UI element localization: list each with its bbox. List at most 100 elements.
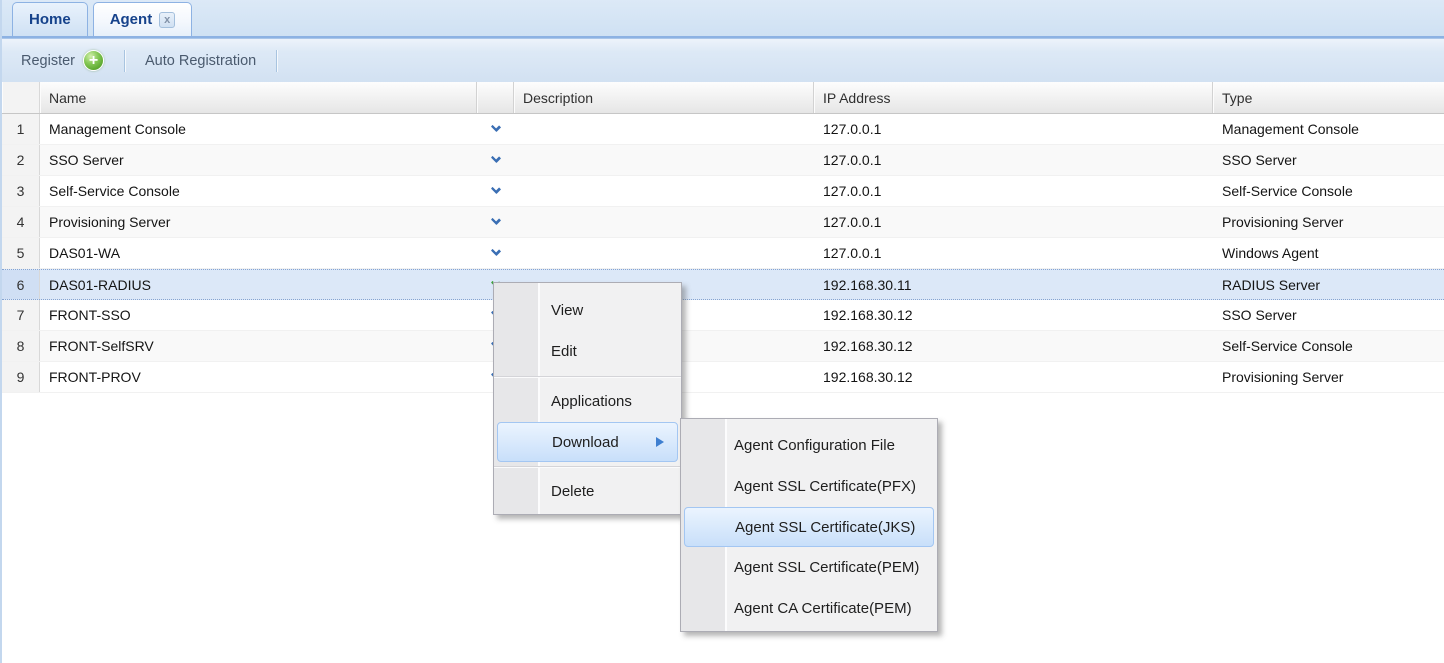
menu-item-label: Download [552,434,619,451]
row-number-cell: 1 [2,114,40,144]
grid-body: 1 Management Console 127.0.0.1 Managemen… [2,114,1444,393]
auto-registration-button[interactable]: Auto Registration [139,50,262,72]
submenu-item-agent-ssl-certificate-pem[interactable]: Agent SSL Certificate(PEM) [681,547,937,588]
menu-item-download[interactable]: Download [497,422,678,462]
header-ip-address[interactable]: IP Address [814,82,1213,113]
tab-home-label: Home [29,11,71,28]
menu-item-label: Agent SSL Certificate(JKS) [735,519,915,536]
table-row[interactable]: 4 Provisioning Server 127.0.0.1 Provisio… [2,207,1444,238]
row-number-cell: 9 [2,362,40,392]
row-number-cell: 7 [2,300,40,330]
submenu-item-agent-ssl-certificate-jks[interactable]: Agent SSL Certificate(JKS) [684,507,934,547]
menu-separator [494,462,681,471]
row-ip-cell: 127.0.0.1 [814,145,1213,175]
agent-management-window: Home Agent x Register + Auto Registratio… [0,0,1444,663]
download-submenu: Agent Configuration File Agent SSL Certi… [680,418,938,632]
row-menu-trigger[interactable] [477,238,514,268]
row-name-cell: FRONT-SSO [40,300,477,330]
menu-item-label: Applications [551,393,632,410]
row-number-cell: 4 [2,207,40,237]
row-ip-cell: 127.0.0.1 [814,176,1213,206]
submenu-item-agent-configuration-file[interactable]: Agent Configuration File [681,425,937,466]
toolbar-separator [124,50,125,72]
table-row[interactable]: 5 DAS01-WA 127.0.0.1 Windows Agent [2,238,1444,269]
tab-agent[interactable]: Agent x [93,2,193,36]
row-type-cell: Self-Service Console [1213,176,1444,206]
row-type-cell: Management Console [1213,114,1444,144]
row-description-cell [514,114,814,144]
menu-item-label: Delete [551,483,594,500]
row-menu-trigger[interactable] [477,114,514,144]
row-description-cell [514,238,814,268]
row-number-cell: 3 [2,176,40,206]
close-icon[interactable]: x [159,12,175,28]
grid-header: Name Description IP Address Type [2,82,1444,114]
menu-item-label: Agent SSL Certificate(PFX) [734,478,916,495]
chevron-down-icon [490,153,500,163]
row-description-cell [514,145,814,175]
row-type-cell: SSO Server [1213,300,1444,330]
row-ip-cell: 192.168.30.11 [814,270,1213,299]
row-type-cell: Self-Service Console [1213,331,1444,361]
row-name-cell: SSO Server [40,145,477,175]
table-row[interactable]: 1 Management Console 127.0.0.1 Managemen… [2,114,1444,145]
row-menu-trigger[interactable] [477,176,514,206]
row-name-cell: Management Console [40,114,477,144]
row-number-cell: 6 [2,270,40,299]
menu-item-label: Agent CA Certificate(PEM) [734,600,912,617]
row-ip-cell: 192.168.30.12 [814,331,1213,361]
row-number-cell: 5 [2,238,40,268]
row-ip-cell: 192.168.30.12 [814,362,1213,392]
menu-item-label: Agent SSL Certificate(PEM) [734,559,919,576]
header-row-number [2,82,40,113]
menu-item-view[interactable]: View [494,290,681,331]
row-ip-cell: 127.0.0.1 [814,114,1213,144]
table-row[interactable]: 9 FRONT-PROV 192.168.30.12 Provisioning … [2,362,1444,393]
table-row[interactable]: 7 FRONT-SSO 192.168.30.12 SSO Server [2,300,1444,331]
chevron-down-icon [490,215,500,225]
chevron-down-icon [490,184,500,194]
row-type-cell: Windows Agent [1213,238,1444,268]
header-description[interactable]: Description [514,82,814,113]
menu-separator [494,372,681,381]
row-name-cell: DAS01-RADIUS [40,270,477,299]
row-menu-trigger[interactable] [477,207,514,237]
menu-item-label: Agent Configuration File [734,437,895,454]
row-number-cell: 8 [2,331,40,361]
menu-item-applications[interactable]: Applications [494,381,681,422]
row-ip-cell: 127.0.0.1 [814,238,1213,268]
chevron-down-icon [490,122,500,132]
register-button[interactable]: Register + [15,47,110,74]
row-type-cell: SSO Server [1213,145,1444,175]
row-type-cell: Provisioning Server [1213,207,1444,237]
row-description-cell [514,207,814,237]
menu-item-edit[interactable]: Edit [494,331,681,372]
table-row[interactable]: 3 Self-Service Console 127.0.0.1 Self-Se… [2,176,1444,207]
tab-bar: Home Agent x [2,0,1444,38]
header-row-menu [477,82,514,113]
chevron-down-icon [490,246,500,256]
row-description-cell [514,176,814,206]
toolbar: Register + Auto Registration [2,38,1444,82]
row-name-cell: DAS01-WA [40,238,477,268]
row-name-cell: Provisioning Server [40,207,477,237]
submenu-item-agent-ssl-certificate-pfx[interactable]: Agent SSL Certificate(PFX) [681,466,937,507]
table-row[interactable]: 6 DAS01-RADIUS 192.168.30.11 RADIUS Serv… [2,269,1444,300]
row-ip-cell: 127.0.0.1 [814,207,1213,237]
header-type[interactable]: Type [1213,82,1444,113]
tab-agent-label: Agent [110,11,153,28]
row-number-cell: 2 [2,145,40,175]
register-button-label: Register [21,53,75,69]
menu-item-delete[interactable]: Delete [494,471,681,512]
row-menu-trigger[interactable] [477,145,514,175]
row-name-cell: FRONT-SelfSRV [40,331,477,361]
table-row[interactable]: 2 SSO Server 127.0.0.1 SSO Server [2,145,1444,176]
auto-registration-label: Auto Registration [145,53,256,69]
submenu-arrow-icon [656,437,664,447]
add-plus-icon: + [83,50,104,71]
submenu-item-agent-ca-certificate-pem[interactable]: Agent CA Certificate(PEM) [681,588,937,629]
table-row[interactable]: 8 FRONT-SelfSRV 192.168.30.12 Self-Servi… [2,331,1444,362]
menu-item-label: Edit [551,343,577,360]
header-name[interactable]: Name [40,82,477,113]
tab-home[interactable]: Home [12,2,88,36]
